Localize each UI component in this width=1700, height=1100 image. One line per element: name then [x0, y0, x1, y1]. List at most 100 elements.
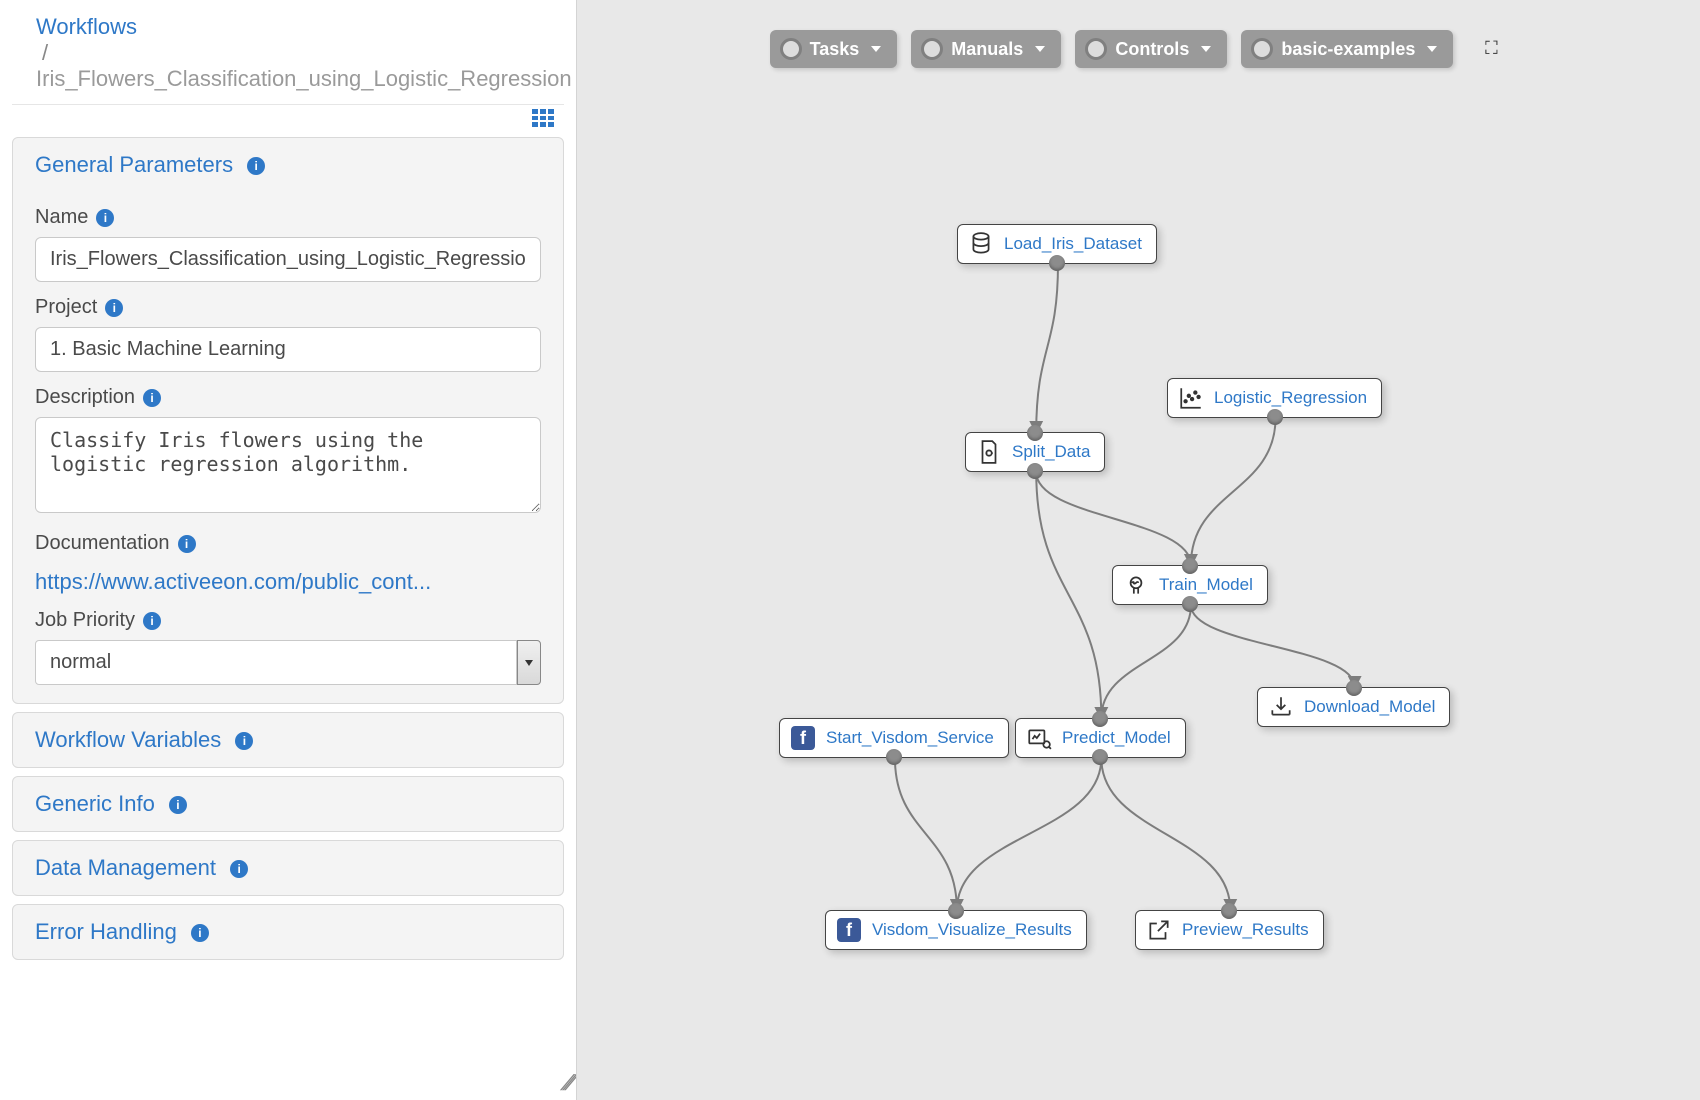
node-label: Train_Model — [1159, 575, 1253, 595]
project-input[interactable] — [35, 327, 541, 372]
chevron-down-icon — [1035, 46, 1045, 52]
brain-icon — [1123, 572, 1149, 598]
breadcrumb: Workflows / Iris_Flowers_Classification_… — [12, 8, 564, 96]
manuals-menu[interactable]: Manuals — [911, 30, 1061, 68]
workflow-node-pred[interactable]: Predict_Model — [1015, 718, 1186, 758]
label-documentation: Documentation i — [35, 532, 541, 555]
predict-icon — [1026, 725, 1052, 751]
input-port[interactable] — [1346, 680, 1362, 696]
workflow-node-train[interactable]: Train_Model — [1112, 565, 1268, 605]
panel-header-generic[interactable]: Generic Info i — [13, 777, 563, 831]
edge — [895, 758, 957, 910]
gear-icon — [1085, 38, 1107, 60]
label-priority: Job Priority i — [35, 609, 541, 632]
output-port[interactable] — [1049, 255, 1065, 271]
info-icon[interactable]: i — [247, 157, 265, 175]
node-label: Split_Data — [1012, 442, 1090, 462]
workflow-node-visdom[interactable]: f Start_Visdom_Service — [779, 718, 1009, 758]
edge — [1101, 758, 1230, 910]
fullscreen-button[interactable]: ⛶ — [1475, 30, 1507, 66]
chevron-down-icon — [1427, 46, 1437, 52]
label-description: Description i — [35, 386, 541, 409]
panel-header-error[interactable]: Error Handling i — [13, 905, 563, 959]
share-icon — [1146, 917, 1172, 943]
output-port[interactable] — [1027, 463, 1043, 479]
priority-dropdown-button[interactable] — [517, 640, 541, 685]
description-textarea[interactable] — [35, 417, 541, 513]
node-label: Visdom_Visualize_Results — [872, 920, 1072, 940]
db-icon — [968, 231, 994, 257]
gear-icon — [921, 38, 943, 60]
info-icon[interactable]: i — [169, 796, 187, 814]
resize-handle-icon: /// — [556, 1070, 577, 1096]
info-icon[interactable]: i — [96, 209, 114, 227]
info-icon[interactable]: i — [143, 389, 161, 407]
info-icon[interactable]: i — [230, 860, 248, 878]
fullscreen-icon: ⛶ — [1485, 38, 1498, 59]
chevron-down-icon — [525, 660, 533, 666]
grid-view-icon[interactable] — [532, 109, 554, 127]
input-port[interactable] — [1027, 425, 1043, 441]
fb-icon: f — [836, 917, 862, 943]
label-project: Project i — [35, 296, 541, 319]
workflow-node-visres[interactable]: f Visdom_Visualize_Results — [825, 910, 1087, 950]
output-port[interactable] — [1182, 596, 1198, 612]
workflow-node-split[interactable]: Split_Data — [965, 432, 1105, 472]
workflow-node-load[interactable]: Load_Iris_Dataset — [957, 224, 1157, 264]
error-handling-panel: Error Handling i — [12, 904, 564, 960]
info-icon[interactable]: i — [143, 612, 161, 630]
node-label: Predict_Model — [1062, 728, 1171, 748]
doc-icon — [976, 439, 1002, 465]
edge — [957, 758, 1101, 910]
info-icon[interactable]: i — [235, 732, 253, 750]
dl-icon — [1268, 694, 1294, 720]
node-label: Load_Iris_Dataset — [1004, 234, 1142, 254]
data-management-panel: Data Management i — [12, 840, 564, 896]
chevron-down-icon — [871, 46, 881, 52]
input-port[interactable] — [948, 903, 964, 919]
edge — [1036, 472, 1101, 718]
fb-icon: f — [790, 725, 816, 751]
output-port[interactable] — [886, 749, 902, 765]
examples-menu[interactable]: basic-examples — [1241, 30, 1453, 68]
workflow-canvas[interactable]: Tasks Manuals Controls basic-examples ⛶ — [576, 0, 1700, 1100]
panel-header-variables[interactable]: Workflow Variables i — [13, 713, 563, 767]
panel-header-data[interactable]: Data Management i — [13, 841, 563, 895]
info-icon[interactable]: i — [178, 535, 196, 553]
edge — [1101, 605, 1191, 718]
priority-select[interactable] — [35, 640, 517, 685]
workflow-node-logreg[interactable]: Logistic_Regression — [1167, 378, 1382, 418]
gear-icon — [1251, 38, 1273, 60]
edge — [1191, 605, 1355, 687]
label-name: Name i — [35, 206, 541, 229]
breadcrumb-root-link[interactable]: Workflows — [36, 14, 137, 39]
node-label: Preview_Results — [1182, 920, 1309, 940]
name-input[interactable] — [35, 237, 541, 282]
input-port[interactable] — [1182, 558, 1198, 574]
tasks-menu[interactable]: Tasks — [770, 30, 898, 68]
workflow-node-dl[interactable]: Download_Model — [1257, 687, 1450, 727]
input-port[interactable] — [1221, 903, 1237, 919]
output-port[interactable] — [1267, 409, 1283, 425]
info-icon[interactable]: i — [105, 299, 123, 317]
edge — [1036, 264, 1058, 432]
node-label: Start_Visdom_Service — [826, 728, 994, 748]
breadcrumb-current: Iris_Flowers_Classification_using_Logist… — [36, 66, 572, 91]
input-port[interactable] — [1092, 711, 1108, 727]
node-label: Logistic_Regression — [1214, 388, 1367, 408]
scatter-icon — [1178, 385, 1204, 411]
panel-header-general[interactable]: General Parameters i — [13, 138, 563, 192]
output-port[interactable] — [1092, 749, 1108, 765]
info-icon[interactable]: i — [191, 924, 209, 942]
gear-icon — [780, 38, 802, 60]
generic-info-panel: Generic Info i — [12, 776, 564, 832]
workflow-node-prev[interactable]: Preview_Results — [1135, 910, 1324, 950]
workflow-variables-panel: Workflow Variables i — [12, 712, 564, 768]
chevron-down-icon — [1201, 46, 1211, 52]
controls-menu[interactable]: Controls — [1075, 30, 1227, 68]
node-label: Download_Model — [1304, 697, 1435, 717]
edge — [1191, 418, 1276, 565]
edge — [1036, 472, 1191, 565]
documentation-link[interactable]: https://www.activeeon.com/public_cont... — [35, 569, 431, 595]
sidebar: Workflows / Iris_Flowers_Classification_… — [0, 0, 576, 1100]
